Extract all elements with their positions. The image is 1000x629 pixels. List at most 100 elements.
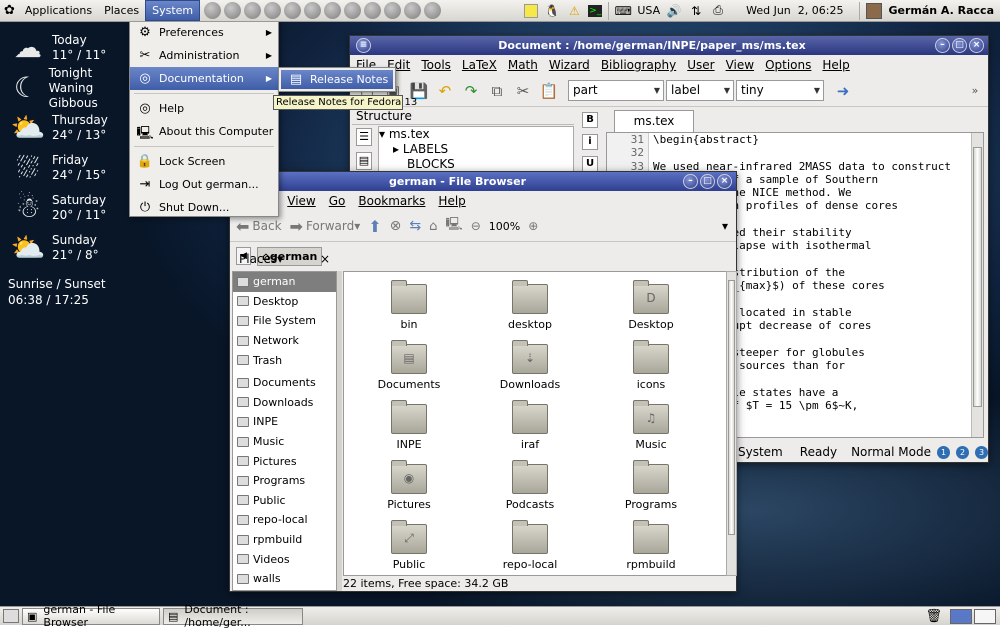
kile-menu-options[interactable]: Options <box>765 58 811 72</box>
volume-icon[interactable]: 🔊 <box>666 3 682 19</box>
trash-icon[interactable]: 🗑 <box>925 609 942 624</box>
system-menu-item[interactable]: ◎ Help <box>130 97 278 120</box>
web-icon[interactable] <box>364 2 382 19</box>
folder-item[interactable]: ◉ Pictures <box>359 460 459 511</box>
clock[interactable]: Wed Jun 2, 06:25 <box>746 4 843 17</box>
places-header[interactable]: Places ▾ × <box>234 249 334 269</box>
kile-menu-bibliography[interactable]: Bibliography <box>601 58 676 72</box>
minimize-button[interactable]: – <box>683 174 698 189</box>
workspace-2[interactable] <box>974 608 996 624</box>
minimize-button[interactable]: – <box>935 38 950 53</box>
tree-item[interactable]: BLOCKS <box>379 157 573 172</box>
arrow-right-icon[interactable]: ➜ <box>832 80 854 102</box>
back-button[interactable]: ⬅ Back <box>236 217 282 236</box>
files-tab-icon[interactable]: ▤ <box>356 152 372 170</box>
folder-item[interactable]: ♫ Music <box>601 400 701 451</box>
doc-icon[interactable] <box>384 2 402 19</box>
up-icon[interactable]: ⬆ <box>368 217 381 236</box>
reload-icon[interactable]: ⇆ <box>409 218 421 234</box>
notes-icon[interactable] <box>524 3 539 18</box>
system-menu-item[interactable]: 🖳 About this Computer <box>130 120 278 143</box>
folder-item[interactable]: Podcasts <box>480 460 580 511</box>
place-item[interactable]: Downloads <box>233 393 336 413</box>
kile-titlebar[interactable]: ≡ Document : /home/german/INPE/paper_ms/… <box>350 36 988 55</box>
undo-icon[interactable]: ↶ <box>434 80 456 102</box>
place-item[interactable]: Desktop <box>233 292 336 312</box>
place-item[interactable]: walls <box>233 569 336 589</box>
place-item[interactable]: german <box>233 272 336 292</box>
fb-menu-help[interactable]: Help <box>438 194 465 208</box>
keyboard-layout[interactable]: USA <box>637 4 660 17</box>
folder-item[interactable]: rpmbuild <box>601 520 701 571</box>
copy-icon[interactable]: ⧉ <box>486 80 508 102</box>
folder-item[interactable]: bin <box>359 280 459 331</box>
folder-item[interactable]: repo-local <box>480 520 580 571</box>
mail-icon[interactable] <box>224 2 242 19</box>
folder-item[interactable]: icons <box>601 340 701 391</box>
structure-tab-icon[interactable]: ☰ <box>356 128 372 146</box>
file-browser-titlebar[interactable]: german - File Browser – □ × <box>230 172 736 191</box>
music-icon[interactable] <box>324 2 342 19</box>
taskbar-file-browser[interactable]: ▣ german - File Browser <box>22 603 160 629</box>
file-browser-scrollbar[interactable] <box>726 271 737 576</box>
home-icon[interactable]: ⌂ <box>429 219 437 234</box>
kile-menu-math[interactable]: Math <box>508 58 538 72</box>
maximize-button[interactable]: □ <box>700 174 715 189</box>
im-icon[interactable] <box>284 2 302 19</box>
bold-button[interactable]: B <box>582 112 598 128</box>
help-icon[interactable] <box>204 2 222 19</box>
keyboard-icon[interactable]: ⌨ <box>615 3 632 19</box>
zoom-out-icon[interactable]: ⊖ <box>471 219 481 233</box>
folder-item[interactable]: iraf <box>480 400 580 451</box>
kile-menu-view[interactable]: View <box>726 58 754 72</box>
release-notes-item[interactable]: ▤ Release Notes <box>281 70 393 89</box>
paste-icon[interactable]: 📋 <box>538 80 560 102</box>
cut-icon[interactable]: ✂ <box>512 80 534 102</box>
workspace-1[interactable] <box>950 608 972 624</box>
size-combo[interactable]: tiny <box>736 80 824 101</box>
taskbar-kile[interactable]: ▤ Document : /home/ger... <box>163 603 303 629</box>
chat-icon[interactable] <box>244 2 262 19</box>
place-item[interactable]: Music <box>233 432 336 452</box>
place-item[interactable]: Videos <box>233 549 336 569</box>
gnome-foot-icon[interactable]: ✿ <box>0 3 19 18</box>
fb-menu-view[interactable]: View <box>287 194 315 208</box>
place-item[interactable]: INPE <box>233 412 336 432</box>
fb-menu-bookmarks[interactable]: Bookmarks <box>358 194 425 208</box>
applications-menu[interactable]: Applications <box>19 1 98 20</box>
close-button[interactable]: × <box>969 38 984 53</box>
stop-icon[interactable]: ⊗ <box>390 218 402 234</box>
section-combo[interactable]: part <box>568 80 664 101</box>
underline-button[interactable]: U <box>582 156 598 172</box>
tree-item[interactable]: ▾ ms.tex <box>379 127 573 142</box>
network-icon[interactable] <box>304 2 322 19</box>
place-item[interactable]: Documents <box>233 373 336 393</box>
computer-icon[interactable]: 🖳 <box>445 215 462 237</box>
kile-menu-user[interactable]: User <box>687 58 714 72</box>
kile-menu-tools[interactable]: Tools <box>421 58 451 72</box>
system-menu-button[interactable]: System <box>145 0 201 21</box>
place-item[interactable]: File System <box>233 311 336 331</box>
system-menu-item[interactable]: ⏻ Shut Down... <box>130 196 278 219</box>
editor-scrollbar[interactable] <box>971 133 983 437</box>
system-menu-item[interactable]: ⇥ Log Out german... <box>130 173 278 196</box>
tools-icon[interactable] <box>404 2 422 19</box>
kile-menu-latex[interactable]: LaTeX <box>462 58 497 72</box>
folder-item[interactable]: desktop <box>480 280 580 331</box>
place-item[interactable]: Programs <box>233 471 336 491</box>
place-item[interactable]: Pictures <box>233 451 336 471</box>
pane-splitter[interactable] <box>337 271 342 591</box>
fb-menu-go[interactable]: Go <box>329 194 346 208</box>
italic-button[interactable]: i <box>582 134 598 150</box>
warning-icon[interactable]: ⚠ <box>566 3 582 19</box>
system-menu-item[interactable]: ✂ Administration ▶ <box>130 44 278 67</box>
folder-item[interactable]: Programs <box>601 460 701 511</box>
document-tab[interactable]: ms.tex <box>614 110 694 132</box>
show-desktop-icon[interactable] <box>3 609 19 623</box>
folder-item[interactable]: ▤ Documents <box>359 340 459 391</box>
irc-icon[interactable] <box>264 2 282 19</box>
maximize-button[interactable]: □ <box>952 38 967 53</box>
folder-item[interactable]: D Desktop <box>601 280 701 331</box>
close-sidebar-icon[interactable]: × <box>320 252 330 266</box>
system-menu-item[interactable]: 🔒 Lock Screen <box>130 150 278 173</box>
